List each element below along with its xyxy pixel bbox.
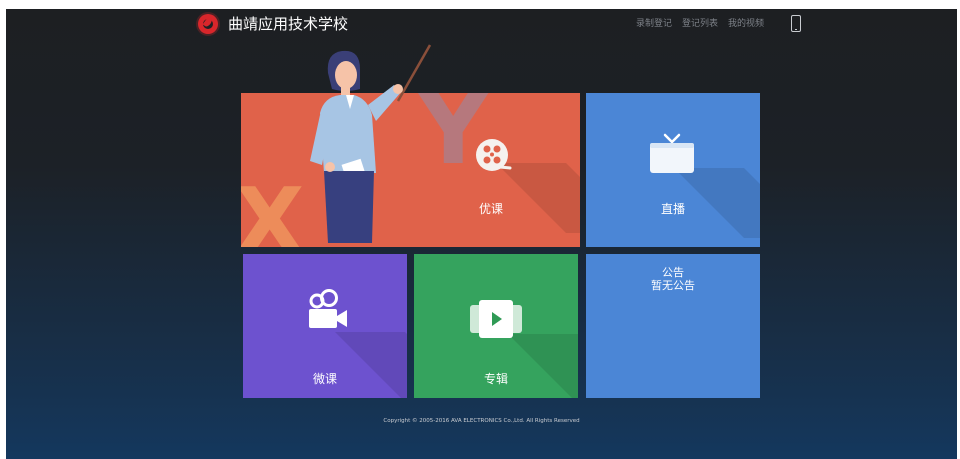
school-name[interactable]: 曲靖应用技术学校 — [228, 14, 348, 34]
notice-title: 公告 — [662, 266, 684, 279]
link-record-registration[interactable]: 录制登记 — [636, 17, 672, 31]
mobile-phone-icon[interactable] — [791, 15, 801, 32]
tile-weike[interactable]: 微课 — [243, 254, 407, 398]
decorative-letter-x: X — [241, 169, 305, 248]
video-camera-icon — [309, 289, 347, 328]
school-logo-icon[interactable] — [198, 14, 218, 34]
tile-notice[interactable]: 公告 暂无公告 — [586, 254, 760, 398]
link-my-videos[interactable]: 我的视频 — [728, 17, 764, 31]
tile-label-weike: 微课 — [312, 372, 337, 386]
footer-copyright: Copyright © 2005-2016 AVA ELECTRONICS Co… — [383, 418, 580, 424]
play-video-icon — [470, 300, 522, 338]
app-background: 曲靖应用技术学校 录制登记 登记列表 我的视频 X Y 优课 直播 微课 专辑 … — [6, 9, 957, 459]
icon-shadow — [508, 334, 578, 398]
link-registration-list[interactable]: 登记列表 — [682, 17, 718, 31]
notice-body: 暂无公告 — [651, 279, 695, 292]
film-reel-icon — [476, 139, 512, 171]
tv-icon — [650, 133, 694, 173]
tile-label-zhuanji: 专辑 — [483, 372, 508, 386]
icon-shadow — [335, 332, 407, 398]
teacher-illustration — [310, 44, 432, 243]
tile-zhibo[interactable]: 直播 — [586, 93, 760, 247]
tile-zhuanji[interactable]: 专辑 — [414, 254, 578, 398]
top-links: 录制登记 登记列表 我的视频 — [636, 17, 764, 31]
top-navigation-bar: 曲靖应用技术学校 录制登记 登记列表 我的视频 — [6, 9, 957, 39]
tile-label-zhibo: 直播 — [660, 202, 685, 216]
